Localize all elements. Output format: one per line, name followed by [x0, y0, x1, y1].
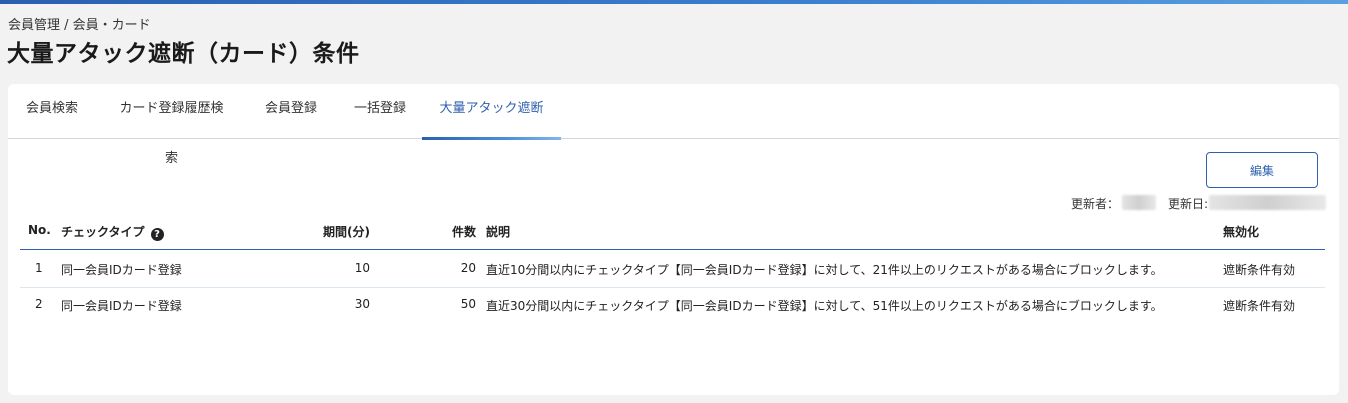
- column-header-period: 期間(分): [323, 225, 370, 239]
- cell-count: 50: [460, 297, 476, 311]
- cell-period: 30: [354, 297, 370, 311]
- cell-description: 直近10分間以内にチェックタイプ【同一会員IDカード登録】に対して、21件以上の…: [486, 263, 1163, 277]
- tab-label: 大量アタック遮断: [439, 101, 544, 116]
- tab-label: 会員登録: [264, 101, 317, 116]
- breadcrumb: 会員管理 / 会員・カード: [8, 18, 151, 33]
- cell-no: 2: [35, 297, 43, 311]
- column-header-disabled: 無効化: [1223, 225, 1260, 239]
- tab-member-registration[interactable]: 会員登録: [264, 84, 318, 139]
- updated-by-label: 更新者：: [1071, 197, 1120, 211]
- tab-label: カード登録履歴検索: [119, 101, 224, 166]
- tab-mass-attack-block[interactable]: 大量アタック遮断: [422, 84, 561, 140]
- tab-bulk-registration[interactable]: 一括登録: [353, 84, 407, 139]
- column-header-no: No.: [28, 223, 51, 237]
- column-header-count: 件数: [451, 225, 476, 239]
- column-header-check-type-label: チェックタイプ: [61, 225, 145, 239]
- tab-member-search[interactable]: 会員検索: [25, 84, 79, 139]
- updated-at-label: 更新日:: [1168, 197, 1209, 211]
- cell-disabled: 遮断条件有効: [1223, 263, 1296, 277]
- cell-description: 直近30分間以内にチェックタイプ【同一会員IDカード登録】に対して、51件以上の…: [486, 299, 1163, 313]
- tab-label: 会員検索: [25, 101, 78, 116]
- updated-by-value-redacted: [1122, 195, 1156, 210]
- tab-label: 一括登録: [353, 101, 406, 116]
- cell-disabled: 遮断条件有効: [1223, 299, 1296, 313]
- cell-count: 20: [460, 261, 476, 275]
- column-header-description: 説明: [486, 225, 511, 239]
- cell-no: 1: [35, 261, 43, 275]
- cell-check-type: 同一会員IDカード登録: [61, 299, 182, 313]
- content-card: 会員検索 カード登録履歴検索 会員登録 一括登録 大量アタック遮断 編集 更新者…: [8, 84, 1339, 395]
- help-icon[interactable]: ?: [150, 228, 164, 241]
- active-tab-indicator: [422, 137, 561, 140]
- row-divider: [20, 287, 1325, 288]
- edit-button[interactable]: 編集: [1206, 152, 1318, 188]
- page-title: 大量アタック遮断（カード）条件: [7, 41, 360, 67]
- column-header-check-type: チェックタイプ?: [61, 223, 164, 241]
- cell-check-type: 同一会員IDカード登録: [61, 263, 182, 277]
- top-accent-bar: [0, 0, 1348, 4]
- table-header-divider: [20, 249, 1325, 250]
- updated-at-value-redacted: [1209, 195, 1326, 210]
- tab-bar: 会員検索 カード登録履歴検索 会員登録 一括登録 大量アタック遮断: [8, 84, 1339, 166]
- tab-card-registration-history[interactable]: カード登録履歴検索: [114, 84, 229, 166]
- cell-period: 10: [354, 261, 370, 275]
